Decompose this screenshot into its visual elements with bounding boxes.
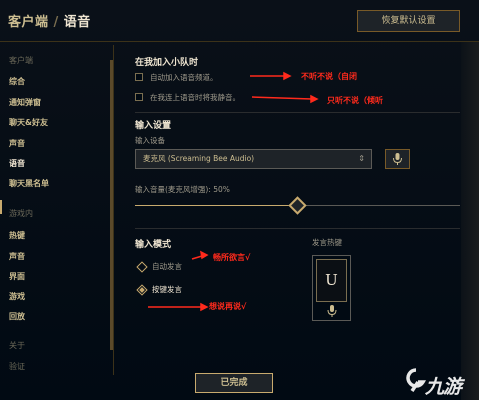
settings-window: 客户端 / 语音 恢复默认设置 客户端 综合 通知弹窗 聊天&好友 声音 语音 聊天…	[0, 0, 479, 400]
done-button[interactable]: 已完成	[195, 373, 273, 393]
watermark-text: 九游	[425, 376, 462, 398]
annotation-note: 不听不说（自闭	[301, 72, 357, 81]
annotation-arrows	[148, 71, 319, 312]
annotation-note: 只听不说（倾听	[327, 96, 383, 105]
annotation-note: 畅所欲言√	[213, 253, 251, 262]
annotation-note: 想说再说√	[209, 302, 247, 311]
